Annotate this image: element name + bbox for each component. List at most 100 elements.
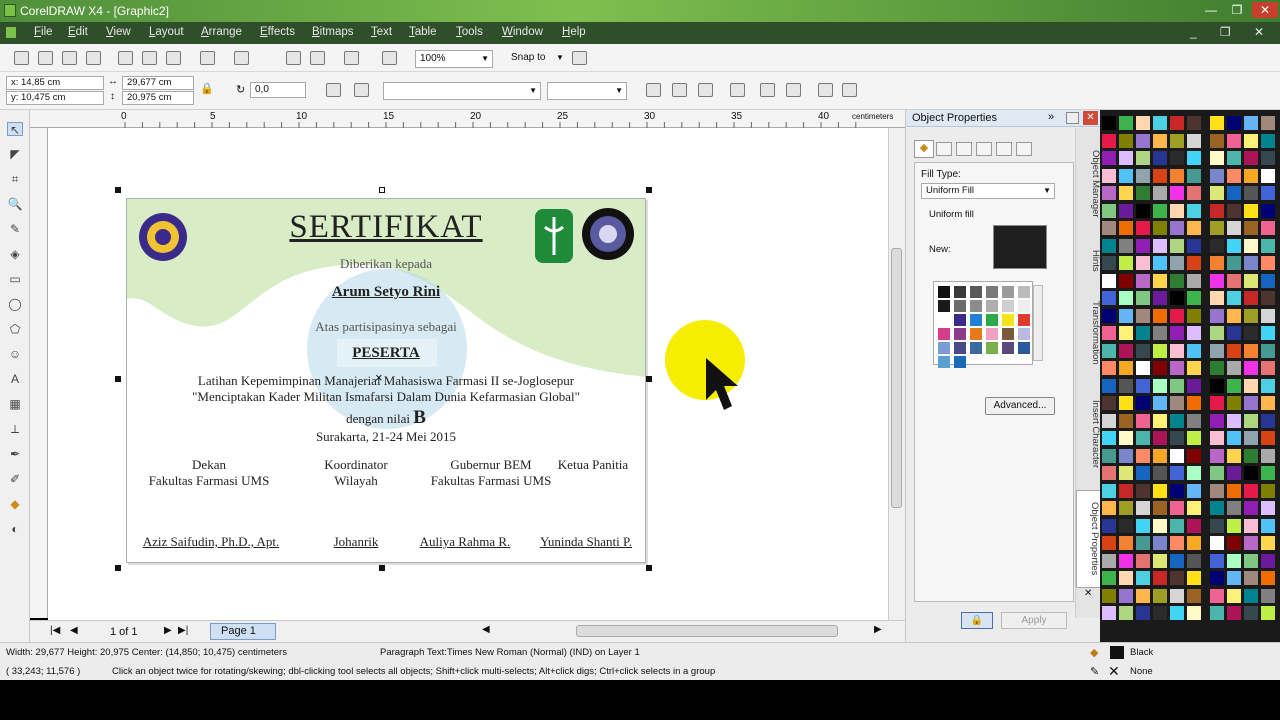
palette-swatch[interactable]: [1187, 273, 1201, 288]
palette-swatch[interactable]: [1261, 536, 1275, 550]
palette-swatch[interactable]: [1210, 326, 1224, 340]
palette-swatch[interactable]: [1119, 221, 1133, 235]
color-swatch[interactable]: [954, 314, 966, 326]
palette-swatch[interactable]: [1210, 518, 1224, 533]
palette-swatch[interactable]: [1153, 151, 1167, 165]
palette-swatch[interactable]: [1153, 448, 1167, 463]
palette-swatch[interactable]: [1136, 221, 1150, 235]
color-swatch[interactable]: [986, 342, 998, 354]
welcome-screen-icon[interactable]: [382, 51, 397, 65]
palette-swatch[interactable]: [1102, 343, 1116, 358]
color-swatch[interactable]: [986, 314, 998, 326]
palette-swatch[interactable]: [1244, 116, 1258, 130]
basic-shapes-tool-icon[interactable]: ☺: [7, 347, 23, 361]
palette-swatch[interactable]: [1187, 378, 1201, 393]
palette-swatch[interactable]: [1227, 588, 1241, 603]
signer-2-title[interactable]: Koordinator Wilayah: [295, 457, 417, 489]
palette-swatch[interactable]: [1119, 203, 1133, 218]
color-swatch[interactable]: [938, 314, 950, 326]
palette-swatch[interactable]: [1210, 238, 1224, 253]
eyedropper-tool-icon[interactable]: ✒: [7, 447, 23, 461]
palette-swatch[interactable]: [1187, 168, 1201, 183]
coreldraw-app-icon[interactable]: [4, 4, 16, 17]
swatch-scrollbar[interactable]: [1033, 285, 1043, 361]
palette-swatch[interactable]: [1119, 536, 1133, 550]
import-icon[interactable]: [286, 51, 301, 65]
palette-swatch[interactable]: [1153, 571, 1167, 585]
palette-swatch[interactable]: [1102, 151, 1116, 165]
palette-swatch[interactable]: [1261, 378, 1275, 393]
palette-swatch[interactable]: [1119, 326, 1133, 340]
palette-swatch[interactable]: [1261, 273, 1275, 288]
palette-swatch[interactable]: [1102, 186, 1116, 200]
palette-swatch[interactable]: [1244, 413, 1258, 428]
palette-swatch[interactable]: [1244, 466, 1258, 480]
palette-swatch[interactable]: [1170, 308, 1184, 323]
palette-swatch[interactable]: [1102, 413, 1116, 428]
palette-swatch[interactable]: [1119, 273, 1133, 288]
snap-to-dropdown[interactable]: Snap to: [511, 52, 545, 63]
color-swatch[interactable]: [1018, 342, 1030, 354]
palette-swatch[interactable]: [1187, 588, 1201, 603]
selection-handle[interactable]: [115, 376, 121, 382]
palette-swatch[interactable]: [1261, 291, 1275, 305]
palette-swatch[interactable]: [1119, 431, 1133, 445]
palette-swatch[interactable]: [1210, 501, 1224, 515]
palette-swatch[interactable]: [1136, 431, 1150, 445]
font-size-select[interactable]: ▼: [547, 82, 627, 100]
palette-swatch[interactable]: [1227, 203, 1241, 218]
interactive-fill-tool-icon[interactable]: ◐: [7, 522, 23, 536]
selection-handle[interactable]: [646, 187, 652, 193]
palette-swatch[interactable]: [1102, 483, 1116, 498]
palette-swatch[interactable]: [1187, 186, 1201, 200]
palette-swatch[interactable]: [1244, 291, 1258, 305]
palette-swatch[interactable]: [1136, 273, 1150, 288]
bold-icon[interactable]: [646, 83, 661, 97]
tab-insert-character[interactable]: Insert Character: [1076, 386, 1101, 482]
color-swatch[interactable]: [986, 328, 998, 340]
palette-swatch[interactable]: [1102, 518, 1116, 533]
palette-swatch[interactable]: [1119, 518, 1133, 533]
palette-swatch[interactable]: [1102, 378, 1116, 393]
menu-bitmaps[interactable]: Bitmaps: [312, 26, 354, 38]
general-tab-icon[interactable]: [956, 142, 972, 156]
menu-layout[interactable]: Layout: [149, 26, 184, 38]
vertical-ruler[interactable]: [30, 128, 48, 618]
palette-swatch[interactable]: [1227, 606, 1241, 620]
close-button[interactable]: ✕: [1252, 2, 1278, 18]
minimize-docker-icon[interactable]: [1066, 112, 1079, 124]
new-icon[interactable]: [14, 51, 29, 65]
palette-swatch[interactable]: [1187, 466, 1201, 480]
color-swatch[interactable]: [938, 286, 950, 298]
palette-swatch[interactable]: [1187, 396, 1201, 410]
no-outline-icon[interactable]: ✕: [1108, 663, 1120, 680]
signer-4-name[interactable]: Yuninda Shanti P.: [525, 534, 645, 550]
palette-swatch[interactable]: [1170, 378, 1184, 393]
mirror-vertical-icon[interactable]: [354, 83, 369, 97]
palette-swatch[interactable]: [1187, 326, 1201, 340]
selection-handle[interactable]: [379, 565, 385, 571]
palette-swatch[interactable]: [1244, 501, 1258, 515]
palette-swatch[interactable]: [1261, 203, 1275, 218]
menu-tools[interactable]: Tools: [456, 26, 483, 38]
palette-swatch[interactable]: [1210, 256, 1224, 270]
event-line-1[interactable]: Latihan Kepemimpinan Manajerial Mahasisw…: [127, 373, 645, 389]
palette-swatch[interactable]: [1102, 133, 1116, 148]
palette-swatch[interactable]: [1136, 256, 1150, 270]
shape-tool-icon[interactable]: ◤: [7, 147, 23, 161]
palette-swatch[interactable]: [1153, 606, 1167, 620]
palette-swatch[interactable]: [1102, 431, 1116, 445]
palette-swatch[interactable]: [1170, 361, 1184, 375]
palette-swatch[interactable]: [1187, 291, 1201, 305]
certificate-heading[interactable]: SERTIFIKAT: [127, 209, 645, 246]
palette-swatch[interactable]: [1153, 378, 1167, 393]
palette-swatch[interactable]: [1210, 571, 1224, 585]
palette-swatch[interactable]: [1170, 571, 1184, 585]
palette-swatch[interactable]: [1187, 501, 1201, 515]
restore-button[interactable]: ❐: [1224, 2, 1250, 18]
selection-handle[interactable]: [646, 565, 652, 571]
color-swatch[interactable]: [954, 356, 966, 368]
palette-swatch[interactable]: [1119, 571, 1133, 585]
palette-swatch[interactable]: [1244, 571, 1258, 585]
color-swatch[interactable]: [970, 286, 982, 298]
